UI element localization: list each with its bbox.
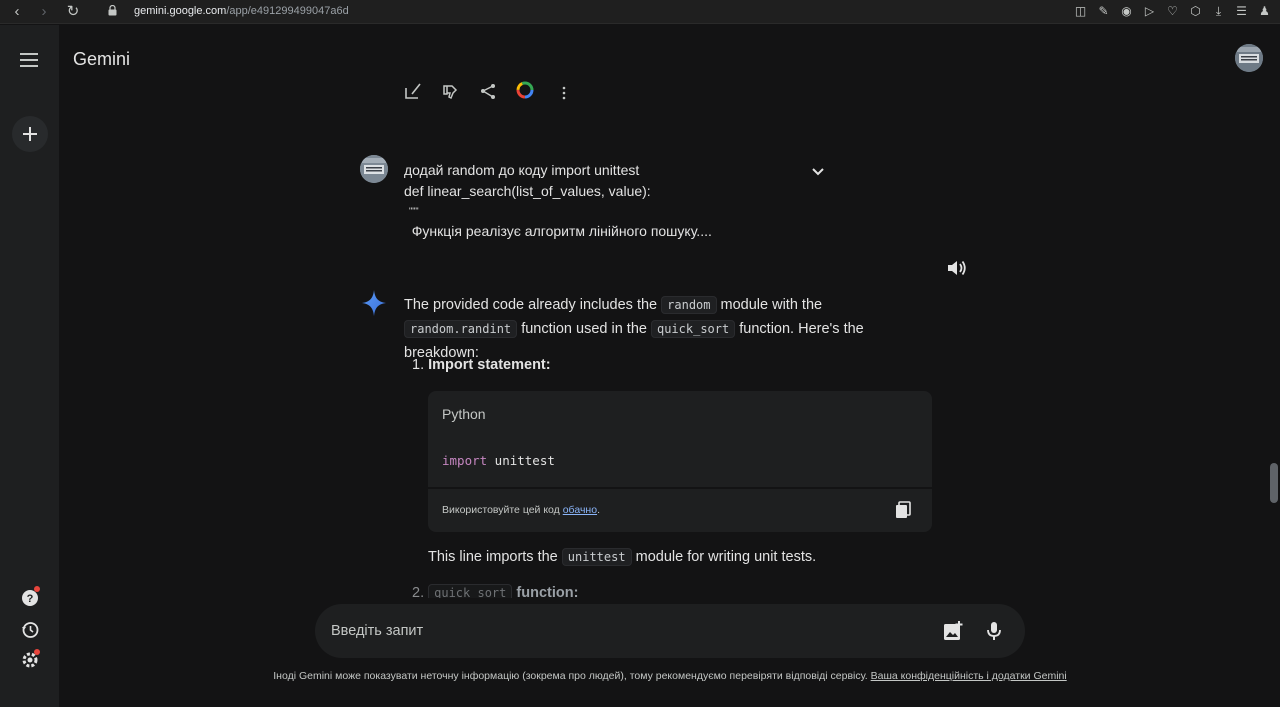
privacy-link[interactable]: Ваша конфіденційність і додатки Gemini [871,670,1067,682]
code-block-footer: Використовуйте цей код обачно. [428,489,932,532]
code-language: Python [442,406,486,422]
app-title: Gemini [73,49,131,69]
download-icon[interactable]: ⤓ [1211,3,1226,19]
copy-icon[interactable] [895,501,911,519]
thumb-down-icon[interactable] [442,80,460,100]
response-text: The provided code already includes the [404,297,658,313]
profile-icon[interactable]: ♟ [1257,3,1272,19]
user-prompt-line: Функція реалізує алгоритм лінійного пошу… [404,223,712,239]
lock-icon[interactable] [108,5,117,16]
share-icon[interactable] [479,80,497,100]
new-chat-button[interactable] [12,116,48,152]
list-item: 1. Import statement: [412,357,551,373]
disclaimer-text: Іноді Gemini може показувати неточну інф… [273,670,868,682]
user-prompt-line: додай random до коду import unittest [404,162,640,178]
address-bar[interactable]: gemini.google.com/app/e491299499047a6d [134,5,349,17]
back-icon[interactable]: ‹ [8,3,26,21]
reading-mode-icon[interactable]: ◫ [1073,3,1088,19]
response-text: module with the [720,297,823,313]
settings-sliders-icon[interactable]: ☰ [1234,3,1249,19]
inline-code: random [661,296,717,314]
user-avatar-image [360,155,388,183]
reload-icon[interactable]: ↻ [64,3,82,21]
user-avatar [360,155,388,183]
code-block: Python import unittest Використовуйте це… [428,391,932,532]
account-avatar[interactable] [1235,44,1263,72]
user-prompt-line: def linear_search(list_of_values, value)… [404,182,651,199]
code-block-body: Python import unittest [428,391,932,487]
box-icon[interactable]: ⬡ [1188,3,1203,19]
send-icon[interactable]: ▷ [1142,3,1157,19]
disclaimer: Іноді Gemini може показувати неточну інф… [270,669,1070,683]
code-content: import unittest [442,453,555,468]
user-prompt: додай random до коду import unittest def… [404,160,804,242]
inline-code: random.randint [404,320,518,338]
prompt-input-container [315,604,1025,658]
modify-response-icon[interactable] [404,80,422,100]
caution-link[interactable]: обачно [563,504,597,516]
prompt-input[interactable] [331,616,911,646]
menu-icon[interactable] [20,52,40,68]
browser-toolbar: ‹ › ↻ gemini.google.com/app/e49129949904… [0,0,1280,24]
response-text: module for writing unit tests. [635,549,817,565]
inline-code: unittest [561,548,632,566]
heart-icon[interactable]: ♡ [1165,3,1180,19]
add-image-icon[interactable] [942,620,964,642]
plus-icon [23,127,37,141]
forward-icon[interactable]: › [35,3,53,21]
response-intro: The provided code already includes the r… [404,293,932,365]
response-text: This line imports the [428,549,558,565]
help-notification-dot [34,586,40,592]
code-caution-note: Використовуйте цей код обачно. [442,504,600,516]
list-number: 1. [412,357,425,373]
response-paragraph: This line imports the unittest module fo… [428,546,816,568]
chevron-down-icon[interactable] [808,162,828,182]
caution-text: Використовуйте цей код [442,504,560,516]
user-prompt-line: """ [404,206,419,216]
more-options-icon[interactable] [555,80,573,100]
sidebar-rail: ? [0,25,59,707]
code-keyword: import [442,453,488,468]
list-item-title: Import statement: [428,357,551,373]
camera-icon[interactable]: ◉ [1119,3,1134,19]
scrollbar-thumb[interactable] [1270,463,1278,503]
svg-text:?: ? [27,593,34,605]
avatar-image [1235,44,1263,72]
gemini-spark-icon [362,290,386,316]
microphone-icon[interactable] [983,620,1005,642]
response-actions [404,80,584,100]
edit-icon[interactable]: ✎ [1096,3,1111,19]
code-text: unittest [487,453,555,468]
activity-history-icon[interactable] [21,621,39,639]
google-check-icon[interactable] [516,80,534,100]
speaker-icon[interactable] [946,258,968,278]
caution-suffix: . [597,504,600,516]
response-text: function used in the [521,321,647,337]
inline-code: quick_sort [650,320,736,338]
settings-notification-dot [34,649,40,655]
